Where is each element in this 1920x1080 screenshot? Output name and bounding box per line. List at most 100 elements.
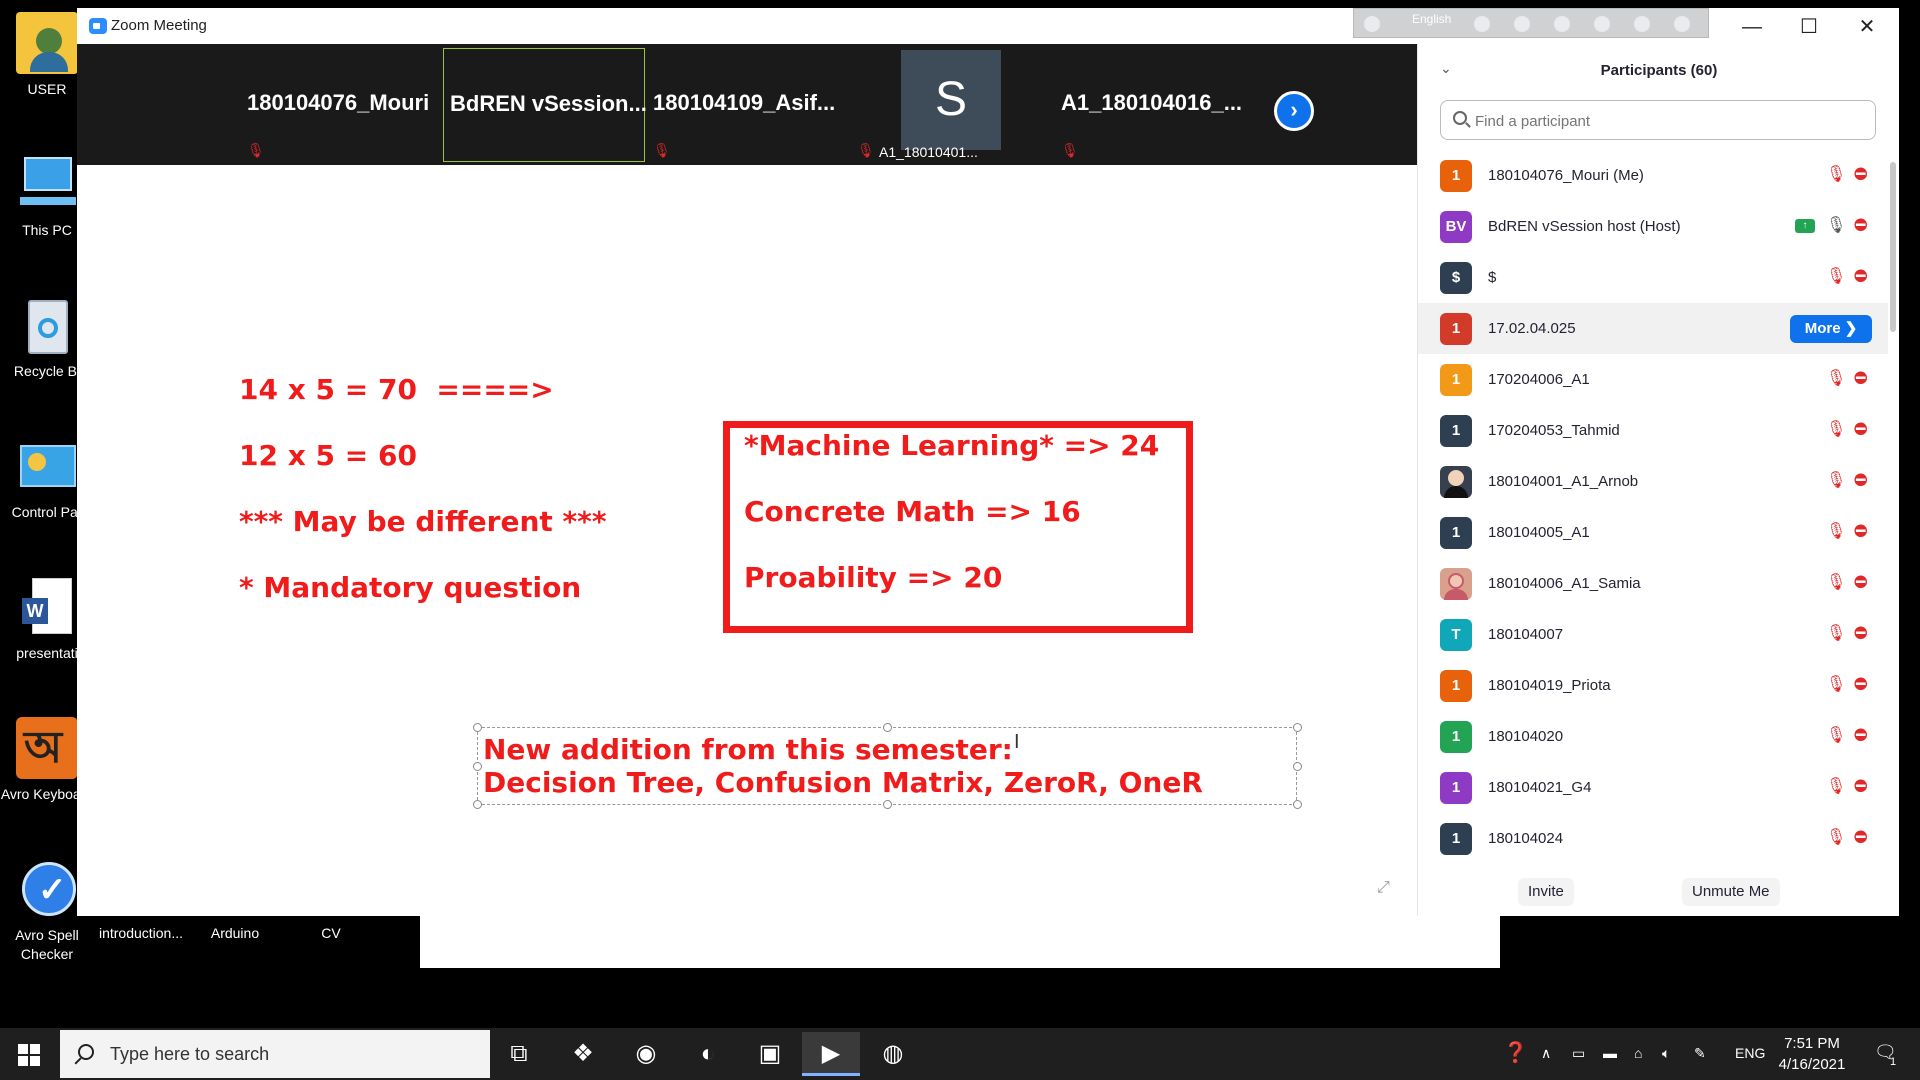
video-off-icon[interactable]: ⛔︎ bbox=[1854, 421, 1868, 439]
participant-row[interactable]: 180104006_A1_Samia 🎙︎ ⛔︎ bbox=[1418, 558, 1888, 609]
video-off-icon[interactable]: ⛔︎ bbox=[1854, 472, 1868, 490]
edge-icon[interactable]: ◐ bbox=[679, 1032, 737, 1076]
participant-row[interactable]: 180104001_A1_Arnob 🎙︎ ⛔︎ bbox=[1418, 456, 1888, 507]
muted-mic-icon[interactable]: 🎙︎ bbox=[1826, 370, 1846, 388]
firefox-icon[interactable]: ◍ bbox=[864, 1032, 922, 1076]
device-icon[interactable]: ▭ bbox=[1572, 1045, 1585, 1062]
participant-row[interactable]: 1 180104076_Mouri (Me) 🎙︎ ⛔︎ bbox=[1418, 150, 1888, 201]
task-view-icon[interactable]: ⧉ bbox=[490, 1032, 548, 1076]
resize-handle[interactable] bbox=[1293, 800, 1302, 809]
chrome-icon[interactable]: ◉ bbox=[617, 1032, 675, 1076]
muted-mic-icon[interactable]: 🎙︎ bbox=[1826, 472, 1846, 490]
muted-mic-icon[interactable]: 🎙︎ bbox=[1826, 625, 1846, 643]
language-bar[interactable]: English bbox=[1353, 8, 1709, 38]
participant-list-scrollbar[interactable] bbox=[1890, 162, 1896, 332]
language-label[interactable]: English bbox=[1412, 12, 1451, 26]
video-tile[interactable]: 180104109_Asif... 🎙︎ bbox=[647, 48, 849, 162]
shared-whiteboard[interactable]: 14 x 5 = 70 ====> 12 x 5 = 60 *** May be… bbox=[77, 165, 1417, 916]
resize-handle[interactable] bbox=[473, 723, 482, 732]
taskbar-search[interactable]: Type here to search bbox=[60, 1030, 490, 1078]
muted-mic-icon[interactable]: 🎙︎ bbox=[1826, 829, 1846, 847]
participant-row[interactable]: 1 180104021_G4 🎙︎ ⛔︎ bbox=[1418, 762, 1888, 813]
video-off-icon[interactable]: ⛔︎ bbox=[1854, 574, 1868, 592]
more-button[interactable]: More ❯ bbox=[1790, 315, 1872, 343]
participant-row[interactable]: 1 170204006_A1 🎙︎ ⛔︎ bbox=[1418, 354, 1888, 405]
video-tile[interactable]: A1_180104016_... 🎙︎ bbox=[1055, 48, 1257, 162]
muted-mic-icon[interactable]: 🎙︎ bbox=[1826, 778, 1846, 796]
participant-photo-avatar bbox=[1440, 568, 1472, 600]
close-button[interactable]: ✕ bbox=[1839, 12, 1895, 42]
participant-search-input[interactable] bbox=[1475, 110, 1865, 132]
store-icon[interactable]: ▣ bbox=[741, 1032, 799, 1076]
zoom-taskbar-icon[interactable]: ▶ bbox=[802, 1032, 860, 1076]
dropbox-icon[interactable]: ❖ bbox=[554, 1032, 612, 1076]
participants-panel: ⌄ Participants (60) 1 180104076_Mouri (M… bbox=[1417, 44, 1899, 916]
invite-button[interactable]: Invite bbox=[1518, 878, 1574, 906]
participant-row[interactable]: 1 180104024 🎙︎ ⛔︎ bbox=[1418, 813, 1888, 864]
video-off-icon[interactable]: ⛔︎ bbox=[1854, 523, 1868, 541]
video-off-icon[interactable]: ⛔︎ bbox=[1854, 676, 1868, 694]
volume-icon[interactable]: 🔈︎ bbox=[1662, 1045, 1670, 1062]
video-tile-active-speaker[interactable]: BdREN vSession... bbox=[443, 48, 646, 162]
video-off-icon[interactable]: ⛔︎ bbox=[1854, 166, 1868, 184]
chevron-up-icon[interactable]: ∧ bbox=[1541, 1045, 1551, 1062]
desktop-icon-introduction[interactable]: introduction... bbox=[94, 924, 188, 943]
video-off-icon[interactable]: ⛔︎ bbox=[1854, 778, 1868, 796]
system-clock[interactable]: 7:51 PM 4/16/2021 bbox=[1760, 1033, 1864, 1075]
resize-handle[interactable] bbox=[1293, 762, 1302, 771]
windows-start-icon[interactable] bbox=[18, 1044, 40, 1066]
next-page-button[interactable]: › bbox=[1274, 91, 1314, 131]
muted-mic-icon[interactable]: 🎙︎ bbox=[1826, 574, 1846, 592]
participant-row[interactable]: 1 180104020 🎙︎ ⛔︎ bbox=[1418, 711, 1888, 762]
recycle-bin-icon bbox=[16, 294, 78, 356]
participant-row[interactable]: 1 180104019_Priota 🎙︎ ⛔︎ bbox=[1418, 660, 1888, 711]
video-off-icon[interactable]: ⛔︎ bbox=[1854, 625, 1868, 643]
settings-icon[interactable] bbox=[1554, 16, 1570, 32]
desktop-icon-arduino[interactable]: Arduino bbox=[188, 924, 282, 943]
resize-handle[interactable] bbox=[883, 800, 892, 809]
tool-icon[interactable] bbox=[1514, 16, 1530, 32]
video-tile[interactable]: S 🎙︎ A1_18010401... bbox=[851, 48, 1053, 162]
network-icon[interactable]: ⌂ bbox=[1634, 1045, 1642, 1061]
resize-handle[interactable] bbox=[883, 723, 892, 732]
participant-row[interactable]: $ $ 🎙︎ ⛔︎ bbox=[1418, 252, 1888, 303]
help-icon[interactable]: ❓ bbox=[1503, 1040, 1528, 1065]
muted-mic-icon[interactable]: 🎙︎ bbox=[1826, 727, 1846, 745]
resize-handle[interactable] bbox=[1293, 723, 1302, 732]
video-off-icon[interactable]: ⛔︎ bbox=[1854, 727, 1868, 745]
participant-avatar: S bbox=[901, 50, 1001, 150]
muted-mic-icon[interactable]: 🎙︎ bbox=[1826, 166, 1846, 184]
muted-mic-icon[interactable]: 🎙︎ bbox=[1826, 676, 1846, 694]
participant-name: A1_18010401... bbox=[879, 144, 978, 160]
participant-row[interactable]: 1 17.02.04.025 More ❯ bbox=[1418, 303, 1888, 354]
muted-mic-icon[interactable]: 🎙︎ bbox=[1826, 421, 1846, 439]
desktop-icon-cv[interactable]: CV bbox=[284, 924, 378, 943]
muted-mic-icon[interactable]: 🎙︎ bbox=[1826, 523, 1846, 541]
maximize-button[interactable]: ☐ bbox=[1781, 12, 1837, 42]
video-tile[interactable]: 180104076_Mouri 🎙︎ bbox=[241, 48, 443, 162]
minimize-button[interactable]: — bbox=[1724, 12, 1780, 42]
participant-search[interactable] bbox=[1440, 100, 1876, 140]
avro-lang-icon[interactable] bbox=[1364, 16, 1380, 32]
participant-row[interactable]: 1 180104005_A1 🎙︎ ⛔︎ bbox=[1418, 507, 1888, 558]
video-off-icon[interactable]: ⛔︎ bbox=[1854, 829, 1868, 847]
resize-handle[interactable] bbox=[473, 800, 482, 809]
video-off-icon[interactable]: ⛔︎ bbox=[1854, 370, 1868, 388]
video-off-icon[interactable]: ⛔︎ bbox=[1854, 217, 1868, 235]
participant-row[interactable]: BV BdREN vSession host (Host) ↑ 🎙︎ ⛔︎ bbox=[1418, 201, 1888, 252]
muted-mic-icon[interactable]: 🎙︎ bbox=[1826, 268, 1846, 286]
hide-icon[interactable] bbox=[1474, 16, 1490, 32]
browser-icon[interactable] bbox=[1594, 16, 1610, 32]
resize-handle[interactable] bbox=[473, 762, 482, 771]
pen-icon[interactable]: ✎ bbox=[1694, 1045, 1706, 1062]
participant-row[interactable]: T 180104007 🎙︎ ⛔︎ bbox=[1418, 609, 1888, 660]
title-bar[interactable]: Zoom Meeting English — ☐ ✕ bbox=[77, 8, 1899, 44]
info-icon[interactable] bbox=[1674, 16, 1690, 32]
battery-icon[interactable]: ▬ bbox=[1603, 1045, 1617, 1061]
unmute-me-button[interactable]: Unmute Me bbox=[1682, 878, 1780, 906]
help-icon[interactable] bbox=[1634, 16, 1650, 32]
participant-row[interactable]: 1 170204053_Tahmid 🎙︎ ⛔︎ bbox=[1418, 405, 1888, 456]
mic-icon[interactable]: 🎙︎ bbox=[1826, 217, 1846, 235]
video-off-icon[interactable]: ⛔︎ bbox=[1854, 268, 1868, 286]
annotate-icon[interactable]: ⤢ bbox=[1377, 879, 1395, 897]
